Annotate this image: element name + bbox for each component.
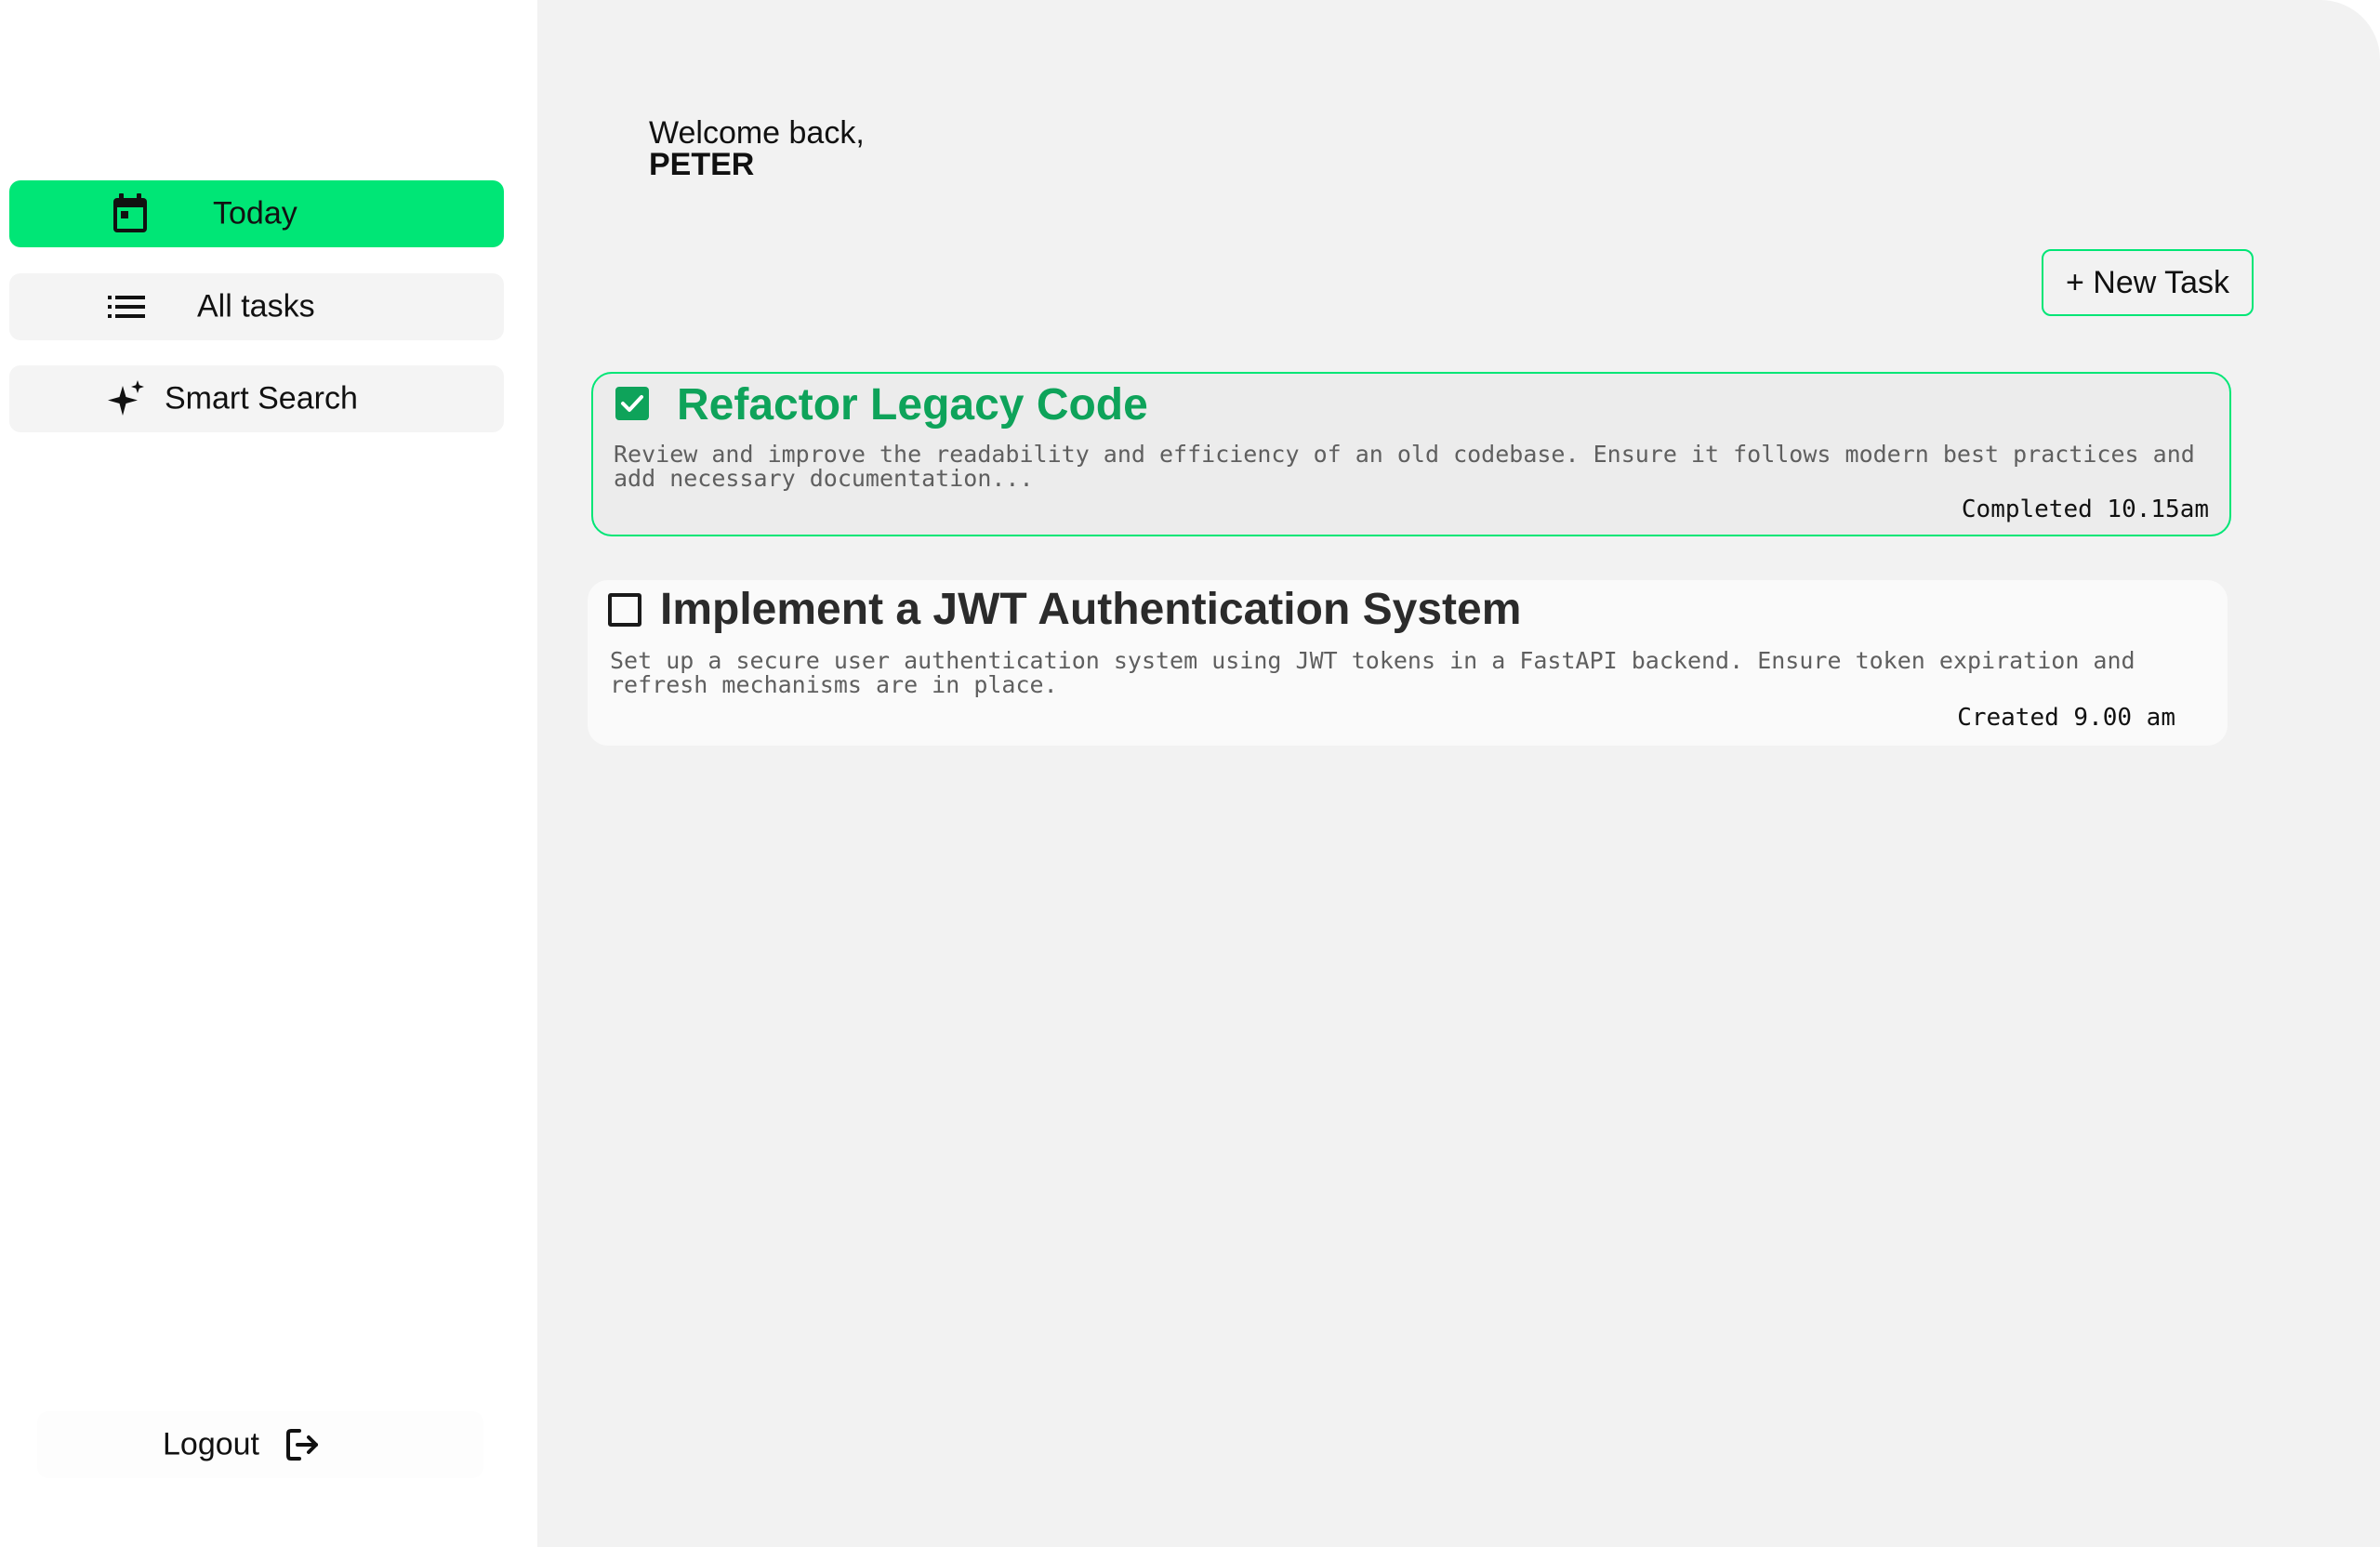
task-description: Review and improve the readability and e… <box>614 441 2195 492</box>
task-title: Implement a JWT Authentication System <box>660 585 1522 634</box>
logout-icon <box>286 1429 320 1461</box>
sidebar-item-label: Smart Search <box>165 380 358 416</box>
new-task-button[interactable]: + New Task <box>2042 249 2254 316</box>
task-card[interactable]: Implement a JWT Authentication System Se… <box>588 580 2228 746</box>
check-icon <box>621 395 643 412</box>
sidebar-item-smart-search[interactable]: Smart Search <box>9 365 504 432</box>
user-name: PETER <box>649 147 755 182</box>
greeting-text: Welcome back, <box>649 115 865 151</box>
welcome-message: Welcome back, PETER <box>649 117 865 180</box>
task-card[interactable]: Refactor Legacy Code Review and improve … <box>591 372 2231 536</box>
task-title: Refactor Legacy Code <box>677 380 1148 430</box>
list-icon <box>108 294 145 320</box>
task-status-time: Completed 10.15am <box>1961 496 2209 523</box>
sidebar: Today All tasks Smart Search Logout <box>0 0 537 1547</box>
sidebar-item-all-tasks[interactable]: All tasks <box>9 273 504 340</box>
sparkle-icon <box>108 380 145 417</box>
logout-button[interactable]: Logout <box>37 1411 483 1478</box>
sidebar-item-today[interactable]: Today <box>9 180 504 247</box>
task-checkbox-checked[interactable] <box>615 387 649 420</box>
app-root: Today All tasks Smart Search Logout Welc… <box>0 0 2380 1547</box>
task-status-time: Created 9.00 am <box>1957 704 2175 732</box>
sidebar-item-label: All tasks <box>197 288 315 324</box>
task-description: Set up a secure user authentication syst… <box>610 647 2135 698</box>
sidebar-item-label: Today <box>213 195 298 231</box>
calendar-icon <box>112 193 149 234</box>
main-panel: Welcome back, PETER + New Task Refactor … <box>537 0 2380 1547</box>
task-checkbox-unchecked[interactable] <box>608 593 641 627</box>
logout-label: Logout <box>163 1426 259 1462</box>
